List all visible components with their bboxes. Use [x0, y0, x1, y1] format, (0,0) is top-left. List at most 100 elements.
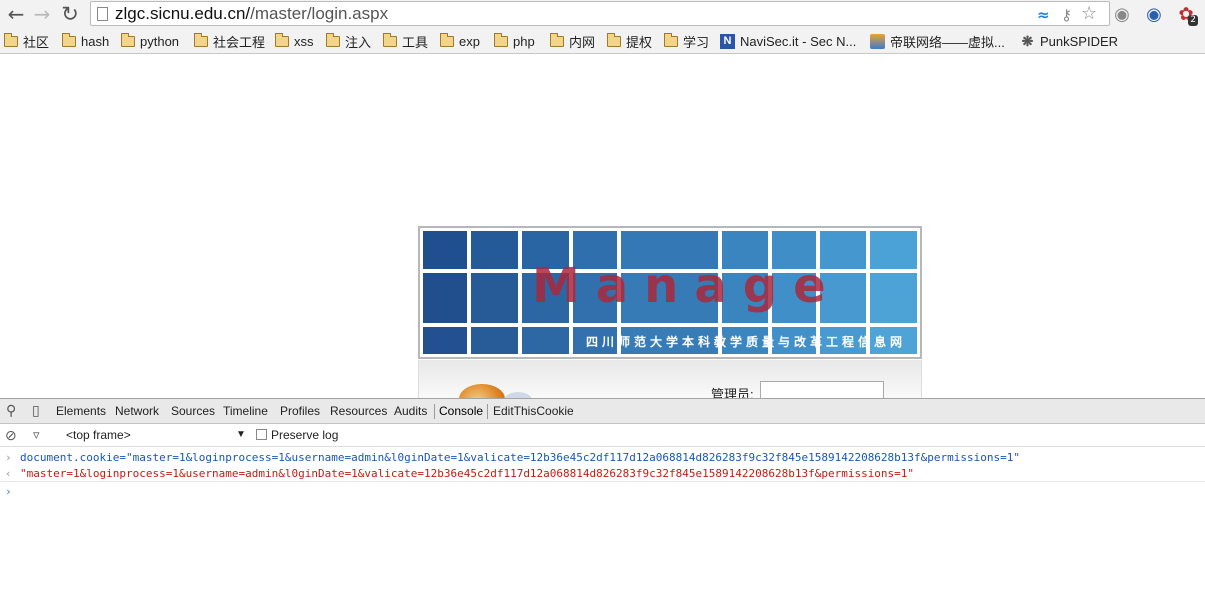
url-path: /master/login.aspx [250, 4, 389, 23]
bookmark-folder-tools[interactable]: 工具 [383, 32, 428, 50]
preserve-log-label: Preserve log [271, 428, 339, 442]
console-command-line: › document.cookie="master=1&loginprocess… [0, 450, 1205, 466]
globe-blue-icon[interactable]: ◉ [1142, 2, 1166, 26]
globe-gray-icon[interactable]: ◉ [1110, 2, 1134, 26]
bookmark-label: PunkSPIDER [1040, 33, 1119, 49]
spider-favicon-icon: ❋ [1021, 32, 1034, 49]
folder-icon [121, 32, 135, 47]
navisec-favicon-icon: N [720, 33, 735, 49]
folder-icon [607, 32, 621, 47]
bookmarks-bar: 社区 hash python 社会工程 xss 注入 工具 exp php 内网… [0, 28, 1205, 54]
prompt-chevron-icon: › [5, 485, 12, 498]
tab-network[interactable]: Network [115, 404, 159, 418]
tab-resources[interactable]: Resources [330, 404, 387, 418]
frame-select[interactable]: <top frame> [66, 428, 131, 442]
tab-elements[interactable]: Elements [56, 404, 106, 418]
bookmark-folder-intranet[interactable]: 内网 [550, 32, 595, 50]
address-bar[interactable]: zlgc.sicnu.edu.cn//master/login.aspx ≈ ⚷… [90, 1, 1110, 26]
devtools-tabbar: ⚲ ▯ Elements Network Sources Timeline Pr… [0, 399, 1205, 424]
url-host: zlgc.sicnu.edu.cn/ [115, 4, 251, 23]
folder-icon [62, 32, 76, 47]
bookmark-label: php [513, 33, 535, 49]
bookmark-label: 社区 [23, 34, 50, 50]
folder-icon [383, 32, 397, 47]
bookmark-label: 帝联网络——虚拟... [890, 34, 1005, 50]
folder-icon [194, 32, 208, 47]
input-chevron-icon: › [5, 451, 12, 464]
login-form: 管理员: [418, 360, 922, 398]
reload-icon[interactable]: ↻ [58, 2, 82, 26]
key-icon[interactable]: ⚷ [1061, 6, 1072, 24]
bookmark-dilian[interactable]: 帝联网络——虚拟... [870, 32, 1005, 50]
admin-label: 管理员: [711, 387, 754, 398]
tab-timeline[interactable]: Timeline [223, 404, 268, 418]
bookmark-label: 工具 [402, 34, 429, 50]
bookmark-label: 注入 [345, 34, 372, 50]
output-chevron-icon: ‹ [5, 467, 12, 480]
forward-arrow-icon[interactable]: → [30, 2, 54, 26]
bookmark-folder-hash[interactable]: hash [62, 32, 109, 50]
bookmark-label: exp [459, 33, 480, 49]
back-arrow-icon[interactable]: ← [4, 2, 28, 26]
console-result-line: ‹ "master=1&loginprocess=1&username=admi… [0, 466, 1205, 482]
console-result-text: "master=1&loginprocess=1&username=admin&… [20, 467, 915, 480]
device-mode-icon[interactable]: ▯ [32, 403, 40, 419]
checkbox-icon[interactable] [256, 429, 267, 440]
folder-icon [550, 32, 564, 47]
bookmark-label: hash [81, 33, 110, 49]
bookmark-folder-study[interactable]: 学习 [664, 32, 709, 50]
folder-icon [664, 32, 678, 47]
folder-icon [440, 32, 454, 47]
console-command-text: document.cookie="master=1&loginprocess=1… [20, 451, 1021, 464]
bookmark-folder-shequ[interactable]: 社区 [4, 32, 49, 50]
wave-extension-icon[interactable]: ≈ [1037, 6, 1050, 24]
console-output: › document.cookie="master=1&loginprocess… [0, 447, 1205, 596]
browser-toolbar: ← → ↻ zlgc.sicnu.edu.cn//master/login.as… [0, 0, 1205, 28]
bookmark-punkspider[interactable]: ❋ PunkSPIDER [1020, 32, 1118, 50]
clear-console-icon[interactable]: ⊘ [5, 427, 17, 444]
filter-icon[interactable]: ▿ [33, 427, 40, 443]
chevron-down-icon[interactable]: ▼ [236, 429, 246, 440]
tab-audits[interactable]: Audits [394, 404, 427, 418]
tab-sources[interactable]: Sources [171, 404, 215, 418]
folder-icon [4, 32, 18, 47]
bookmark-label: 提权 [626, 34, 653, 50]
banner-title: Manage [532, 258, 842, 314]
bookmark-folder-xss[interactable]: xss [275, 32, 314, 50]
bookmark-folder-social-engineering[interactable]: 社会工程 [194, 32, 265, 50]
bookmark-navisec[interactable]: N NaviSec.it - Sec N... [720, 32, 856, 50]
devtools-panel: ⚲ ▯ Elements Network Sources Timeline Pr… [0, 398, 1205, 596]
bookmark-label: python [140, 33, 180, 49]
login-logo-icon [459, 384, 505, 398]
bookmark-folder-php[interactable]: php [494, 32, 535, 50]
folder-icon [326, 32, 340, 47]
tab-editthiscookie[interactable]: EditThisCookie [493, 404, 574, 418]
address-url[interactable]: zlgc.sicnu.edu.cn//master/login.aspx [115, 4, 388, 24]
bookmark-folder-privilege[interactable]: 提权 [607, 32, 652, 50]
bookmark-folder-python[interactable]: python [121, 32, 179, 50]
bookmark-label: NaviSec.it - Sec N... [740, 33, 857, 49]
bookmark-folder-exp[interactable]: exp [440, 32, 480, 50]
manage-banner: Manage 四川师范大学本科教学质量与改革工程信息网 [418, 226, 922, 359]
bookmark-label: 学习 [683, 34, 710, 50]
dilian-favicon-icon [870, 33, 885, 49]
tab-divider [434, 404, 435, 419]
tab-console[interactable]: Console [439, 404, 483, 418]
admin-input[interactable] [760, 381, 884, 398]
bookmark-label: 内网 [569, 34, 596, 50]
console-toolbar: ⊘ ▿ <top frame> ▼ Preserve log [0, 424, 1205, 447]
extension-badge: 2 [1188, 15, 1198, 26]
preserve-log-checkbox[interactable]: Preserve log [256, 428, 338, 442]
folder-icon [275, 32, 289, 47]
search-icon[interactable]: ⚲ [6, 403, 16, 419]
tab-profiles[interactable]: Profiles [280, 404, 320, 418]
folder-icon [494, 32, 508, 47]
web-page: Manage 四川师范大学本科教学质量与改革工程信息网 管理员: [0, 55, 1205, 398]
console-prompt[interactable]: › [0, 484, 1205, 500]
bookmark-folder-injection[interactable]: 注入 [326, 32, 371, 50]
bookmark-label: 社会工程 [213, 34, 266, 50]
tab-divider [487, 404, 488, 419]
bookmark-star-icon[interactable]: ☆ [1081, 3, 1097, 24]
page-icon [97, 7, 108, 21]
cookie-extension-icon[interactable]: ✿ 2 [1174, 2, 1198, 26]
